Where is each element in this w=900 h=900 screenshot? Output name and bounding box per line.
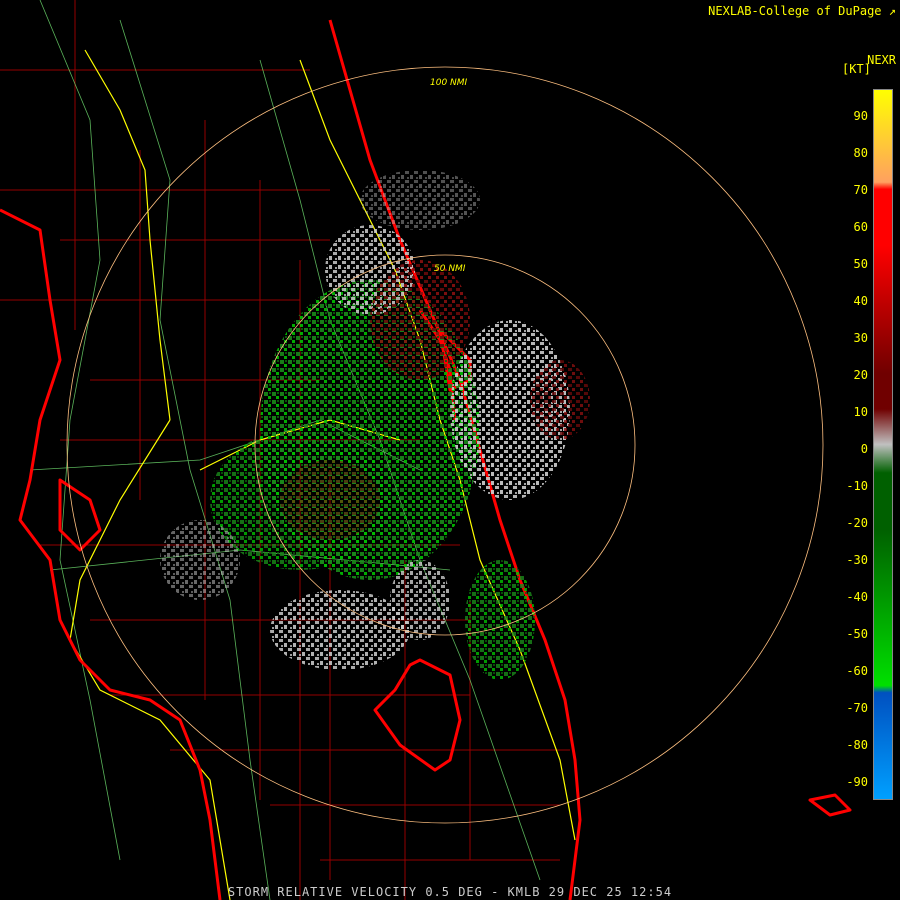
legend-tick-label: 10: [853, 405, 868, 419]
legend-tick-label: -10: [846, 479, 868, 493]
legend-tick-label: -20: [846, 516, 868, 530]
legend-tick-label: -80: [846, 738, 868, 752]
legend-tick-label: -30: [846, 553, 868, 567]
credit-label: NEXLAB-College of DuPage ↗: [708, 4, 896, 18]
legend-tick-label: 70: [853, 183, 868, 197]
legend-tick-label: 40: [853, 294, 868, 308]
ring-label-50: 50 NMI: [434, 264, 466, 274]
legend-tick-label: -90: [846, 775, 868, 789]
ring-label-100: 100 NMI: [430, 78, 468, 88]
legend-tick-label: 60: [853, 220, 868, 234]
velocity-returns: [160, 170, 590, 680]
radar-map-view: 100 NMI 50 NMI NEXLAB-College of DuPage …: [0, 0, 900, 900]
product-label: NEXR: [867, 53, 896, 67]
legend-tick-label: -60: [846, 664, 868, 678]
legend-tick-label: 50: [853, 257, 868, 271]
legend-tick-label: 80: [853, 146, 868, 160]
external-link-icon[interactable]: ↗: [889, 4, 896, 18]
legend-tick-label: -70: [846, 701, 868, 715]
units-label: [KT]: [842, 62, 871, 76]
legend-tick-label: -50: [846, 627, 868, 641]
radar-map: 100 NMI 50 NMI: [0, 0, 852, 900]
legend-tick-label: 30: [853, 331, 868, 345]
velocity-color-scale: [873, 89, 893, 800]
legend-tick-label: 90: [853, 109, 868, 123]
legend-tick-label: 20: [853, 368, 868, 382]
legend-tick-label: -40: [846, 590, 868, 604]
product-caption: STORM RELATIVE VELOCITY 0.5 DEG - KMLB 2…: [227, 885, 673, 899]
outbound-velocity-area: [370, 260, 470, 380]
legend-tick-label: 0: [860, 442, 868, 456]
